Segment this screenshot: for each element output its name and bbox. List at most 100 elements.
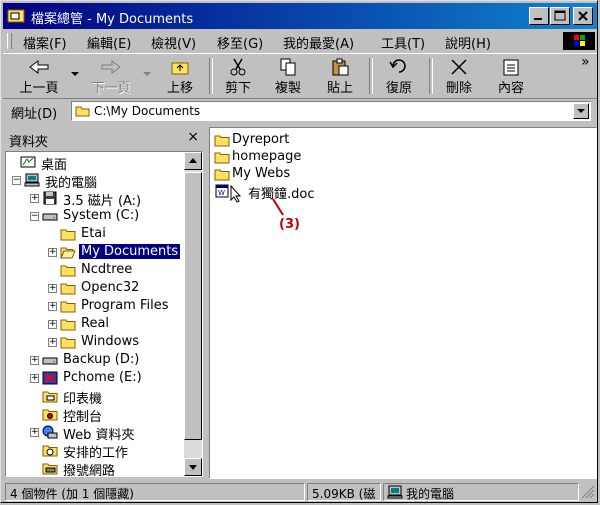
status-object-count: 4 個物件 (加 1 個隱藏) <box>5 483 305 501</box>
svg-text:W: W <box>218 189 225 197</box>
tree-item-label: 控制台 <box>63 410 103 425</box>
explorer-window: 檔案總管 - My Documents 檔案(F) 編輯(E) 檢視(V) 移至… <box>0 0 598 503</box>
printer-folder-icon <box>42 389 58 403</box>
dialup-folder-icon <box>42 461 58 475</box>
copy-icon <box>280 58 296 76</box>
toolbar-separator <box>369 58 373 94</box>
menu-tools[interactable]: 工具(T) <box>381 33 425 52</box>
menu-favorites[interactable]: 我的最愛(A) <box>283 33 354 52</box>
minimize-button[interactable] <box>529 7 549 25</box>
delete-button[interactable]: 刪除 <box>437 56 481 96</box>
word-document-icon: W <box>214 184 230 198</box>
folder-icon <box>60 281 76 295</box>
floppy-icon <box>42 191 58 205</box>
scroll-up-button[interactable] <box>184 152 202 170</box>
expand-plus-icon[interactable]: + <box>48 302 57 311</box>
folder-icon <box>60 335 76 349</box>
properties-button[interactable]: 內容 <box>489 56 533 96</box>
windows-logo-icon <box>563 32 595 50</box>
address-label: 網址(D) <box>11 107 58 122</box>
scissors-icon <box>230 58 246 76</box>
folder-icon <box>60 263 76 277</box>
status-size: 5.09KB (磁 <box>307 483 381 501</box>
up-folder-icon <box>171 62 189 75</box>
menu-grip[interactable] <box>7 33 12 49</box>
back-button[interactable]: 上一頁 <box>11 56 67 96</box>
tree-item-label: Ncdtree <box>81 262 133 277</box>
folder-icon <box>60 299 76 313</box>
tasks-folder-icon <box>42 443 58 457</box>
menu-go[interactable]: 移至(G) <box>217 33 263 52</box>
arrow-down-icon <box>189 465 197 470</box>
expand-plus-icon[interactable]: + <box>30 374 39 383</box>
address-dropdown-button[interactable] <box>573 103 589 119</box>
tree-scrollbar[interactable] <box>184 152 202 476</box>
menu-view[interactable]: 檢視(V) <box>151 33 196 52</box>
file-item-label: homepage <box>232 149 302 164</box>
tree-item-label: Openc32 <box>81 280 140 295</box>
paste-button[interactable]: 貼上 <box>319 56 361 96</box>
forward-dropdown-icon[interactable] <box>143 72 151 76</box>
folders-pane-title: 資料夾 <box>9 135 49 150</box>
delete-label: 刪除 <box>445 81 472 96</box>
back-label: 上一頁 <box>19 81 59 96</box>
tree-item-label: Program Files <box>81 298 169 313</box>
collapse-minus-icon[interactable]: − <box>12 176 21 185</box>
undo-button[interactable]: 復原 <box>377 56 421 96</box>
forward-button[interactable]: 下一頁 <box>83 56 139 96</box>
control-panel-icon <box>42 407 58 421</box>
folder-icon <box>60 317 76 331</box>
expand-plus-icon[interactable]: + <box>48 284 57 293</box>
menu-file[interactable]: 檔案(F) <box>23 33 67 52</box>
maximize-button[interactable] <box>550 7 570 25</box>
arrow-up-icon <box>189 158 197 163</box>
copy-label: 複製 <box>274 81 301 96</box>
open-folder-icon <box>75 106 90 117</box>
folder-tree: 桌面 我的電腦 − 3.5 磁片 (A:) + System (C:) − Etai My Do… <box>5 151 203 477</box>
expand-plus-icon[interactable]: + <box>48 338 57 347</box>
chevron-down-icon <box>577 109 585 113</box>
scroll-thumb[interactable] <box>184 172 202 440</box>
tree-item-label: 桌面 <box>41 158 68 173</box>
expand-plus-icon[interactable]: + <box>30 428 39 437</box>
expand-plus-icon[interactable]: + <box>48 248 57 257</box>
toolbar-more-chevron[interactable]: » <box>581 54 590 70</box>
collapse-minus-icon[interactable]: − <box>30 212 39 221</box>
cut-button[interactable]: 剪下 <box>217 56 259 96</box>
expand-plus-icon[interactable]: + <box>48 320 57 329</box>
folders-pane: 資料夾 × 桌面 我的電腦 − 3.5 磁片 (A:) + System (C:) − Eta… <box>3 127 205 479</box>
cdrom-icon <box>42 371 58 385</box>
status-location: 我的電腦 <box>383 483 579 501</box>
toolbar-separator <box>209 58 213 94</box>
copy-button[interactable]: 複製 <box>267 56 309 96</box>
computer-icon <box>387 485 403 499</box>
toolbar-separator <box>429 58 433 94</box>
address-value: C:\My Documents <box>94 104 201 118</box>
tree-item-label: Backup (D:) <box>63 352 140 367</box>
address-field[interactable]: C:\My Documents <box>71 101 591 121</box>
tree-item-label: Pchome (E:) <box>63 370 142 385</box>
expand-plus-icon[interactable]: + <box>30 194 39 203</box>
tree-item-label: Etai <box>81 226 106 241</box>
scroll-down-button[interactable] <box>184 458 202 476</box>
folders-pane-close-button[interactable]: × <box>187 129 199 145</box>
menu-help[interactable]: 說明(H) <box>445 33 491 52</box>
tree-item-label: System (C:) <box>63 208 140 223</box>
close-button[interactable] <box>573 7 593 25</box>
resize-grip-icon[interactable] <box>581 485 595 499</box>
expand-plus-icon[interactable]: + <box>30 356 39 365</box>
desktop-icon <box>20 155 36 169</box>
folder-icon <box>214 133 230 147</box>
forward-label: 下一頁 <box>91 81 131 96</box>
status-location-label: 我的電腦 <box>406 487 455 501</box>
undo-label: 復原 <box>385 81 412 96</box>
up-button[interactable]: 上移 <box>157 56 203 96</box>
back-dropdown-icon[interactable] <box>71 72 79 76</box>
paste-label: 貼上 <box>326 81 353 96</box>
close-icon <box>578 11 588 21</box>
title-bar[interactable]: 檔案總管 - My Documents <box>3 3 597 29</box>
files-pane: Dyreport homepage My Webs W 有獨鐘.doc <box>209 127 597 479</box>
folder-icon <box>214 167 230 181</box>
maximize-icon <box>554 10 566 21</box>
menu-edit[interactable]: 編輯(E) <box>87 33 131 52</box>
